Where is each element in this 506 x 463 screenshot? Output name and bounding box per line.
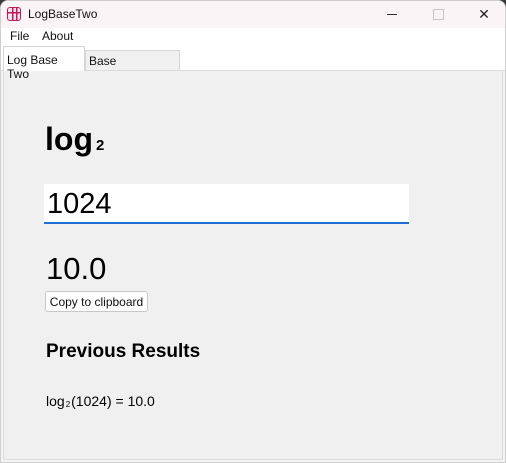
log-heading: log 2 [45, 121, 104, 158]
tab-strip: Log Base Two Base Conversion [1, 46, 505, 82]
menu-bar: File About [1, 28, 505, 46]
history-log-label: log [46, 393, 65, 409]
tab-log-base-two[interactable]: Log Base Two [3, 46, 85, 81]
maximize-icon [432, 9, 444, 20]
menu-about[interactable]: About [41, 29, 74, 43]
tab-base-conversion[interactable]: Base Conversion [85, 50, 180, 82]
history-item: log2(1024) = 10.0 [46, 393, 155, 409]
result-value: 10.0 [46, 251, 107, 286]
menu-file[interactable]: File [9, 29, 30, 43]
close-button[interactable]: ✕ [461, 1, 505, 28]
app-window: LogBaseTwo ✕ File About Log Base Two Bas… [0, 0, 506, 463]
window-title: LogBaseTwo [28, 7, 98, 21]
history-base-label: 2 [65, 400, 71, 409]
number-input[interactable] [44, 184, 409, 224]
copy-to-clipboard-button[interactable]: Copy to clipboard [45, 291, 148, 312]
title-bar[interactable]: LogBaseTwo ✕ [1, 1, 505, 28]
minimize-button[interactable] [369, 1, 415, 28]
log-base-label: 2 [95, 137, 105, 154]
minimize-icon [387, 14, 397, 15]
close-icon: ✕ [478, 6, 490, 22]
calculator-app-icon [7, 7, 21, 21]
previous-results-heading: Previous Results [46, 341, 201, 362]
history-expression: (1024) = 10.0 [71, 393, 155, 409]
log-label: log [45, 121, 93, 157]
maximize-button[interactable] [415, 1, 461, 28]
